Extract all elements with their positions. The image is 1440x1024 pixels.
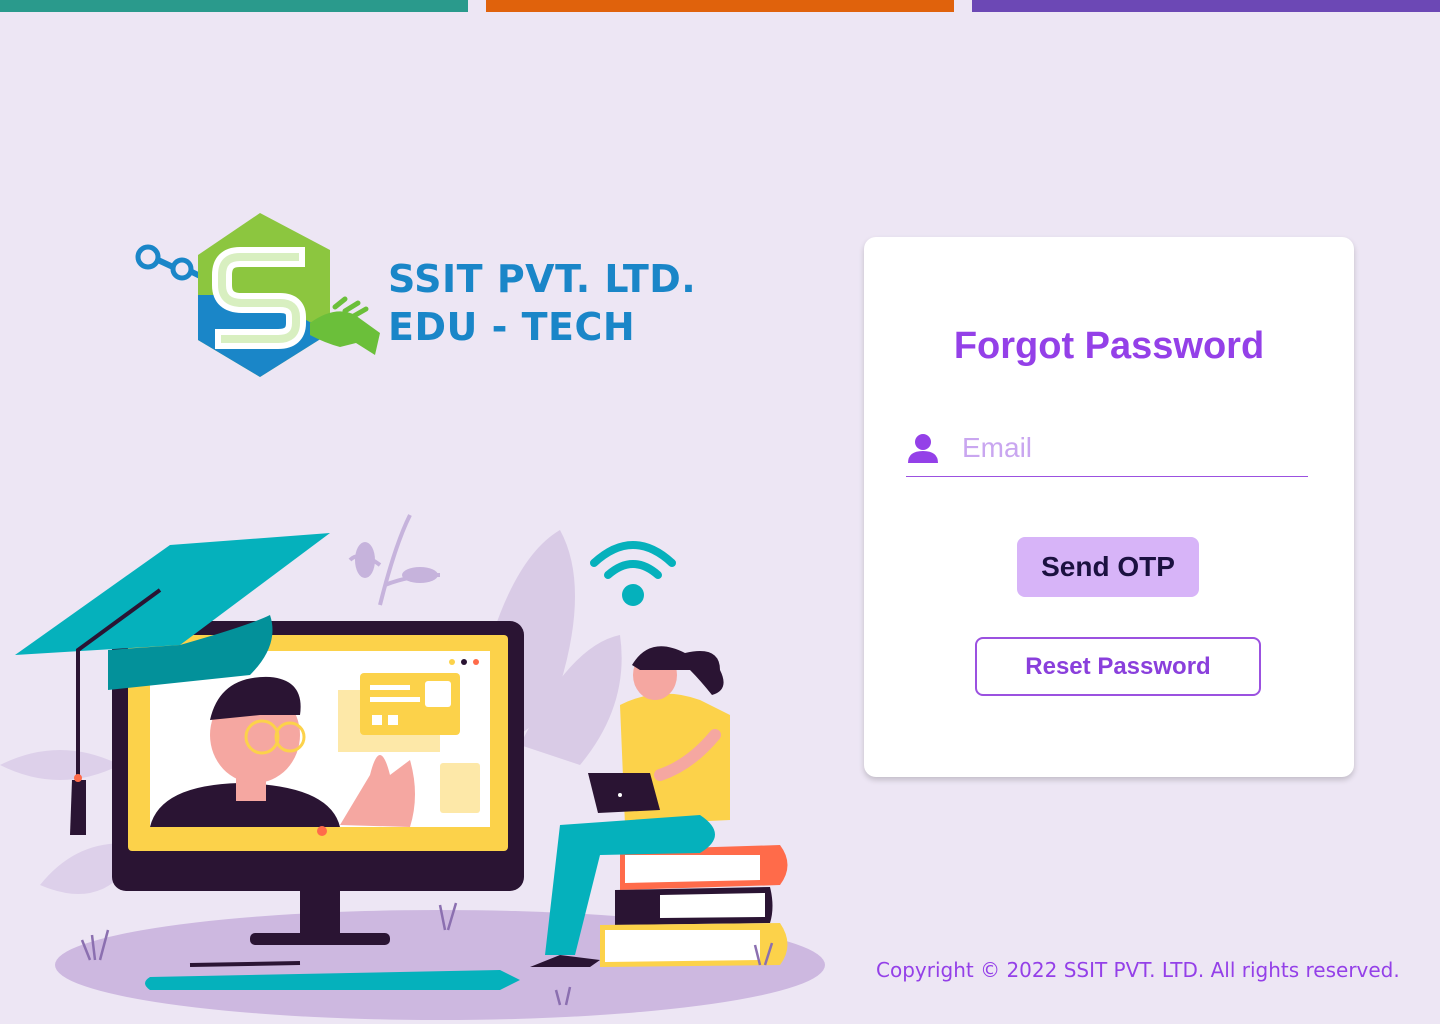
accent-bar-purple: [972, 0, 1440, 12]
email-input[interactable]: [962, 429, 1302, 467]
accent-bar-teal: [0, 0, 468, 12]
reset-password-button[interactable]: Reset Password: [975, 637, 1261, 696]
send-otp-button[interactable]: Send OTP: [1017, 537, 1199, 597]
forgot-password-card: Forgot Password Send OTP Reset Password: [864, 237, 1354, 777]
accent-bar-orange: [486, 0, 954, 12]
online-learning-illustration: [0, 514, 825, 1020]
copyright-text: Copyright © 2022 SSIT PVT. LTD. All righ…: [876, 958, 1400, 982]
page-title: Forgot Password: [953, 325, 1265, 367]
brand-name: SSIT PVT. LTD. EDU - TECH: [388, 255, 696, 351]
user-icon: [908, 434, 938, 463]
brand-line-1: SSIT PVT. LTD.: [388, 257, 697, 301]
brand-line-2: EDU - TECH: [388, 305, 636, 349]
email-field-wrapper: [906, 427, 1308, 477]
